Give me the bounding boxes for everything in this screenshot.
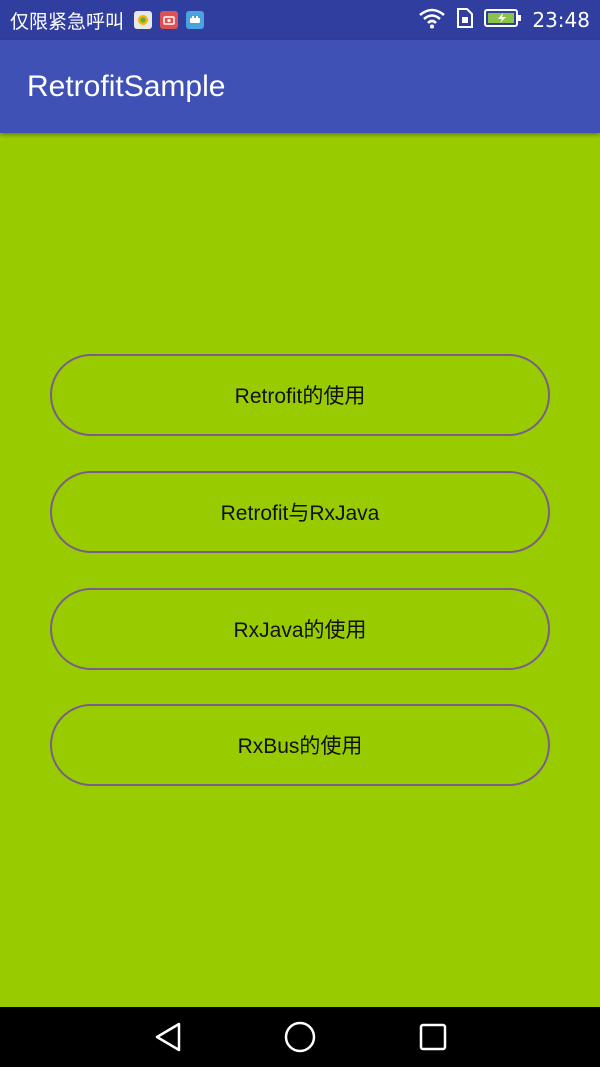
battery-charging-icon [484, 8, 522, 32]
navigation-bar [0, 1007, 600, 1067]
recents-icon[interactable] [415, 1019, 451, 1055]
clock-text: 23:48 [532, 8, 590, 32]
rxjava-usage-button[interactable]: RxJava的使用 [50, 588, 550, 670]
sim-icon [456, 7, 474, 33]
back-icon[interactable] [150, 1019, 186, 1055]
game-notification-icon [186, 11, 205, 29]
recorder-notification-icon [160, 11, 179, 29]
carrier-text: 仅限紧急呼叫 [10, 10, 125, 33]
rxbus-usage-button[interactable]: RxBus的使用 [50, 704, 550, 786]
app-notification-icon [134, 11, 153, 29]
status-left: 仅限紧急呼叫 [10, 7, 205, 34]
app-title: RetrofitSample [27, 69, 226, 103]
status-right: 23:48 [418, 7, 590, 33]
retrofit-usage-button[interactable]: Retrofit的使用 [50, 354, 550, 436]
status-bar: 仅限紧急呼叫 23:48 [0, 0, 600, 40]
home-icon[interactable] [282, 1019, 318, 1055]
main-content: Retrofit的使用 Retrofit与RxJava RxJava的使用 Rx… [0, 133, 600, 1007]
wifi-icon [418, 7, 446, 33]
app-bar: RetrofitSample [0, 40, 600, 133]
retrofit-rxjava-button[interactable]: Retrofit与RxJava [50, 471, 550, 553]
